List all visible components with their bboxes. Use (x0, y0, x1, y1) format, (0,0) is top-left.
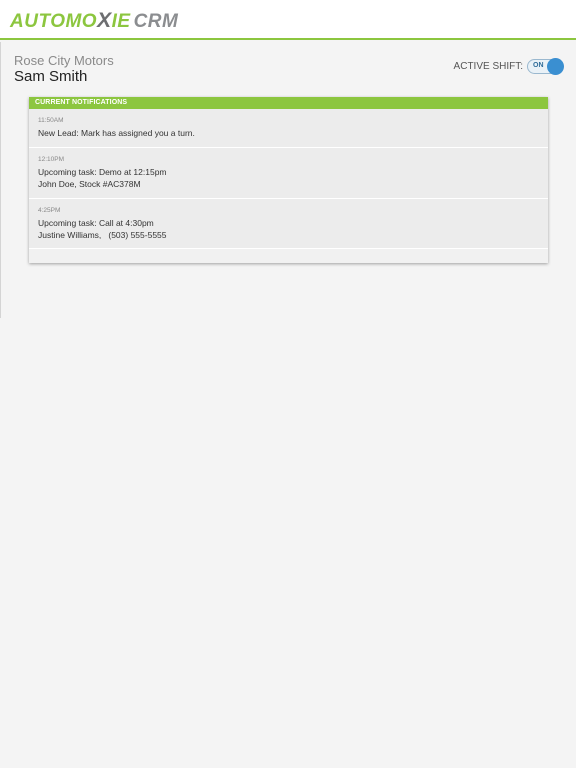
notification-item[interactable]: 11:50AM New Lead: Mark has assigned you … (29, 109, 548, 148)
notifications-title: CURRENT NOTIFICATIONS (29, 97, 548, 109)
notification-item[interactable]: 4:25PM Upcoming task: Call at 4:30pm Jus… (29, 199, 548, 249)
notification-detail: John Doe, Stock #AC378M (38, 179, 141, 189)
notification-text: Upcoming task: Demo at 12:15pm (38, 167, 167, 177)
notification-text: Upcoming task: Call at 4:30pm (38, 218, 154, 228)
notification-time: 12:10PM (38, 156, 65, 163)
app-header: AUTOMO X IE CRM (0, 0, 576, 40)
notification-time: 4:25PM (38, 207, 61, 214)
logo-text-automo: AUTOMO (10, 11, 98, 32)
toggle-state-text: ON (533, 62, 544, 69)
logo-text-ie: IE (111, 11, 131, 32)
user-name: Sam Smith (14, 68, 88, 85)
active-shift: ACTIVE SHIFT: ON (453, 58, 564, 75)
notification-detail: Justine Williams, (503) 555-5555 (38, 230, 167, 240)
active-shift-label: ACTIVE SHIFT: (453, 61, 523, 72)
logo-text-crm: CRM (133, 11, 179, 32)
notification-text: New Lead: Mark has assigned you a turn. (38, 128, 195, 138)
logo-text-x: X (97, 9, 112, 32)
dealer-name: Rose City Motors (14, 53, 114, 68)
toggle-knob (547, 58, 564, 75)
active-shift-toggle[interactable]: ON (527, 58, 564, 75)
left-divider (0, 42, 1, 318)
notification-time: 11:50AM (38, 117, 64, 124)
notification-item[interactable]: 12:10PM Upcoming task: Demo at 12:15pm J… (29, 148, 548, 199)
automoxie-crm-logo[interactable]: AUTOMO X IE CRM (10, 9, 178, 32)
notifications-panel: CURRENT NOTIFICATIONS 11:50AM New Lead: … (29, 97, 548, 263)
